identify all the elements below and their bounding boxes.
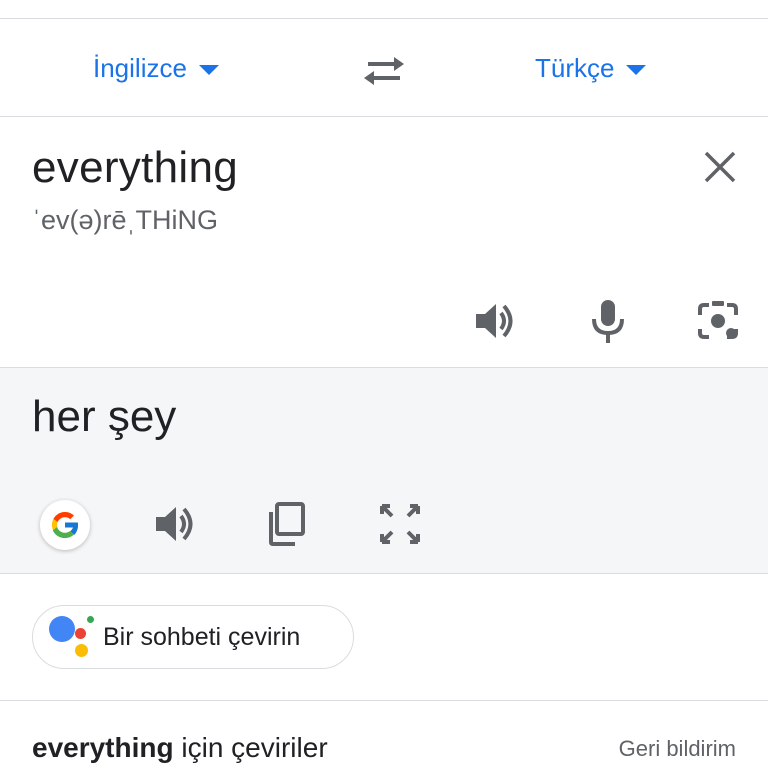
translations-header: everything için çeviriler Geri bildirim [0, 720, 768, 768]
source-text[interactable]: everything [32, 143, 238, 193]
source-listen-button[interactable] [472, 297, 520, 345]
assistant-icon [49, 614, 99, 660]
translations-title: everything için çeviriler [32, 732, 328, 764]
speaker-icon [156, 507, 193, 541]
target-language-button[interactable]: Türkçe [535, 48, 647, 88]
target-panel: her şey [0, 368, 768, 573]
top-divider [0, 18, 768, 19]
google-search-button[interactable] [40, 500, 90, 550]
source-phonetic: ˈev(ə)rēˌTHiNG [32, 205, 218, 235]
speaker-icon [476, 304, 513, 338]
source-dropdown-icon [198, 65, 219, 75]
language-bar: İngilizce Türkçe [0, 20, 768, 116]
camera-button[interactable] [694, 297, 742, 345]
camera-icon [698, 301, 738, 339]
swap-languages-button[interactable] [360, 50, 408, 90]
copy-button[interactable] [264, 500, 312, 548]
target-dropdown-icon [626, 65, 647, 75]
clear-button[interactable] [700, 147, 740, 187]
fullscreen-button[interactable] [376, 500, 424, 548]
feedback-link[interactable]: Geri bildirim [619, 736, 736, 762]
target-listen-button[interactable] [152, 500, 200, 548]
translate-conversation-chip[interactable]: Bir sohbeti çevirin [32, 605, 354, 669]
target-text: her şey [32, 392, 177, 441]
google-logo-icon [51, 511, 79, 539]
translations-word: everything [32, 732, 174, 763]
fullscreen-icon [380, 504, 420, 544]
target-divider [0, 573, 768, 574]
source-language-label: İngilizce [93, 52, 187, 83]
target-language-label: Türkçe [535, 52, 615, 83]
close-icon [704, 151, 736, 183]
swap-icon [364, 57, 404, 85]
source-panel: everything ˈev(ə)rēˌTHiNG [0, 117, 768, 367]
source-language-button[interactable]: İngilizce [93, 48, 219, 88]
chip-divider [0, 700, 768, 701]
copy-icon [269, 502, 305, 546]
mic-icon [592, 300, 624, 343]
translations-title-suffix: için çeviriler [173, 732, 328, 763]
chip-label: Bir sohbeti çevirin [103, 622, 301, 651]
mic-button[interactable] [584, 297, 632, 345]
